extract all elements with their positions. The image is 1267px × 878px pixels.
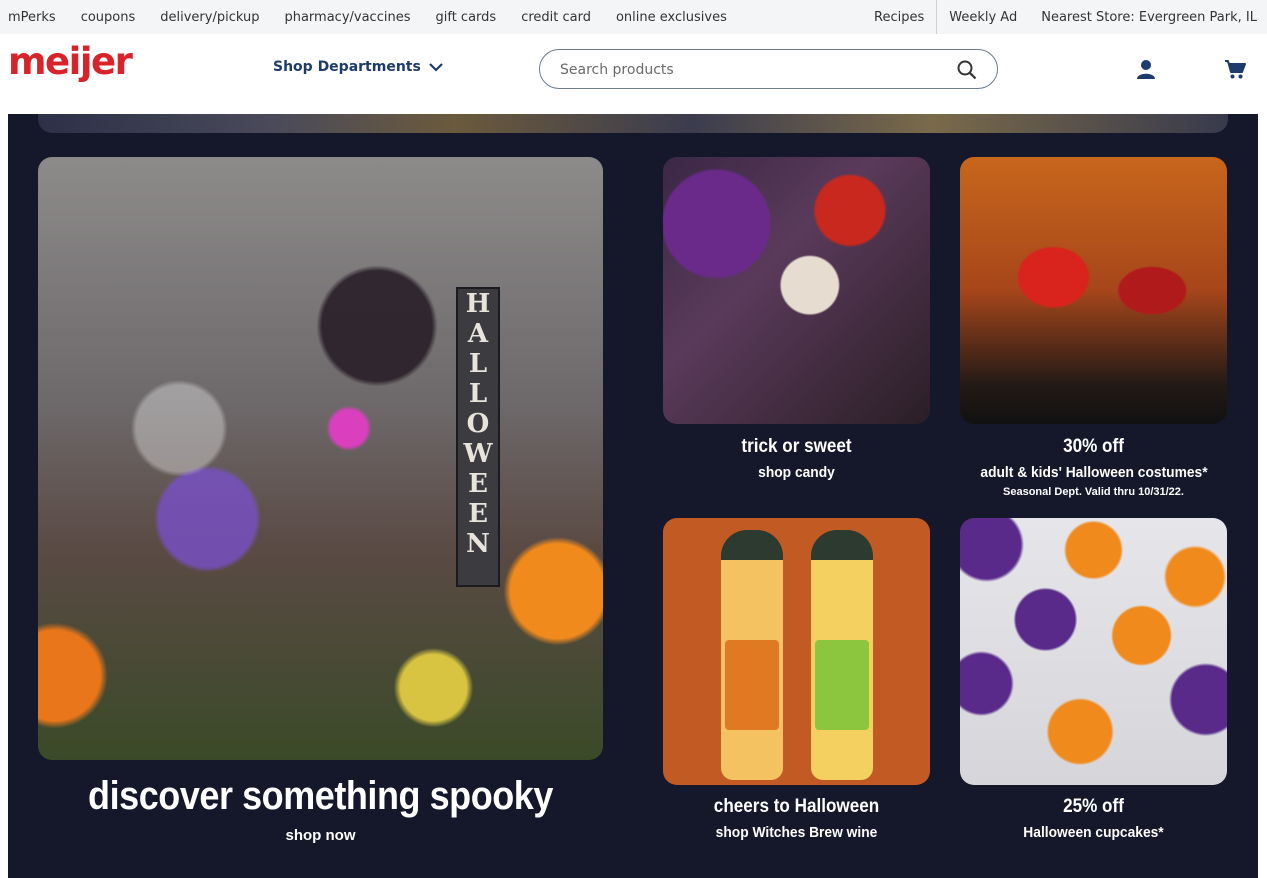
search-icon[interactable] [957,60,977,80]
costumes-promo-image[interactable] [960,157,1227,424]
link-recipes[interactable]: Recipes [874,10,924,25]
candy-title[interactable]: trick or sweet [676,436,916,458]
wine-bottle [811,530,873,780]
halloween-sign: HALLOWEEN [456,287,500,587]
cart-icon[interactable] [1224,59,1246,79]
candy-promo-image[interactable] [663,157,930,424]
nearest-store-link[interactable]: Nearest Store: Evergreen Park, IL [1041,10,1257,25]
link-coupons[interactable]: coupons [81,10,136,25]
wine-bottle [721,530,783,780]
candy-caption: trick or sweet shop candy [663,436,930,481]
hero-caption: discover something spooky shop now [38,774,603,844]
link-mperks[interactable]: mPerks [8,10,56,25]
link-delivery-pickup[interactable]: delivery/pickup [160,10,259,25]
utility-right: Recipes Weekly Ad Nearest Store: Evergre… [874,0,1257,34]
site-header: meijer Shop Departments [0,34,1267,114]
cupcakes-link[interactable]: Halloween cupcakes* [971,824,1217,841]
search-input[interactable] [560,59,940,81]
divider [936,0,938,34]
utility-bar: mPerks coupons delivery/pickup pharmacy/… [0,0,1267,34]
link-weekly-ad[interactable]: Weekly Ad [949,10,1017,25]
hero-halloween-image[interactable]: HALLOWEEN [38,157,603,760]
shop-wine-link[interactable]: shop Witches Brew wine [674,824,920,841]
costumes-caption: 30% off adult & kids' Halloween costumes… [960,436,1227,498]
account-icon[interactable] [1136,59,1156,79]
costumes-fine-print: Seasonal Dept. Valid thru 10/31/22. [1003,486,1184,498]
cupcakes-discount[interactable]: 25% off [973,796,1213,818]
shop-departments-button[interactable]: Shop Departments [273,59,443,75]
costumes-discount[interactable]: 30% off [973,436,1213,458]
shop-candy-link[interactable]: shop candy [674,464,920,481]
meijer-logo[interactable]: meijer [8,40,133,83]
link-pharmacy-vaccines[interactable]: pharmacy/vaccines [284,10,410,25]
link-online-exclusives[interactable]: online exclusives [616,10,727,25]
halloween-promo-panel: HALLOWEEN discover something spooky shop… [8,114,1258,878]
cupcakes-caption: 25% off Halloween cupcakes* [960,796,1227,841]
link-credit-card[interactable]: credit card [521,10,591,25]
cupcakes-promo-image[interactable] [960,518,1227,785]
wine-title[interactable]: cheers to Halloween [676,796,916,818]
hero-shop-now-link[interactable]: shop now [38,827,603,844]
chevron-down-icon [429,62,443,72]
costumes-link[interactable]: adult & kids' Halloween costumes* [961,464,1228,481]
link-gift-cards[interactable]: gift cards [435,10,496,25]
utility-links: mPerks coupons delivery/pickup pharmacy/… [8,0,752,34]
wine-caption: cheers to Halloween shop Witches Brew wi… [663,796,930,841]
hero-title[interactable]: discover something spooky [66,774,575,819]
shop-departments-label: Shop Departments [273,59,421,75]
wine-promo-image[interactable] [663,518,930,785]
banner-image-edge [38,114,1228,133]
search-bar [539,49,998,89]
